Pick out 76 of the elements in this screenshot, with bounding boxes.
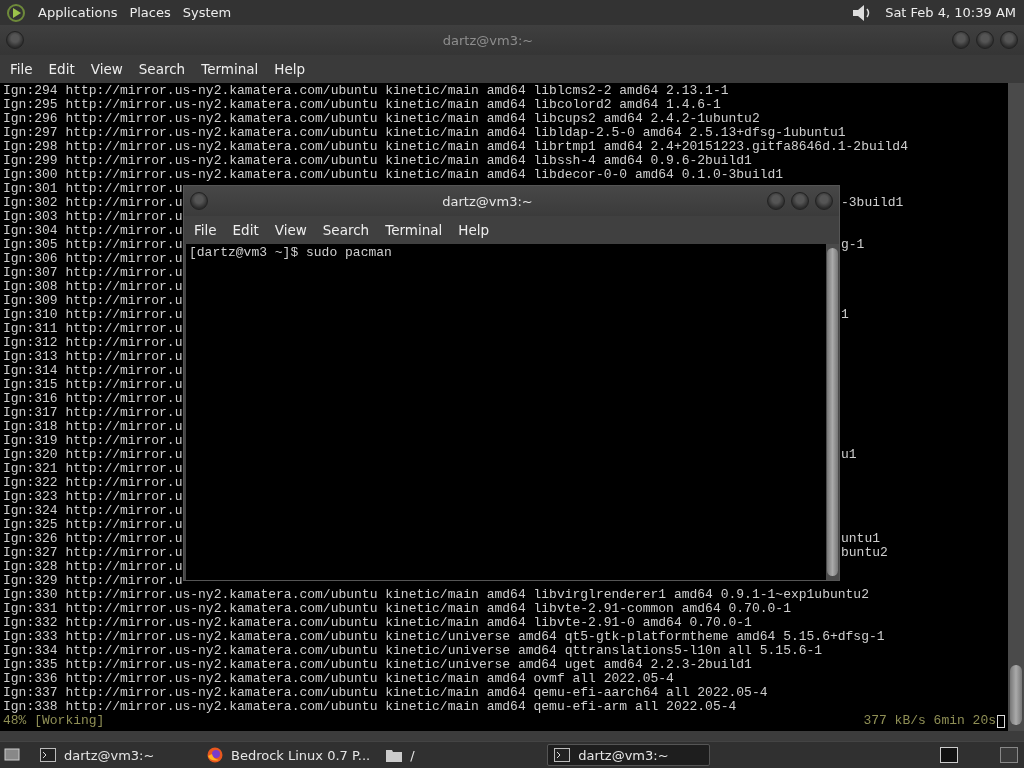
terminal-line: Ign:338 http://mirror.us-ny2.kamatera.com/ubuntu kinetic/main amd64 qemu-efi-arm all 2022.05-4 xyxy=(3,700,737,714)
terminal-line: Ign:294 http://mirror.us-ny2.kamatera.com/ubuntu kinetic/main amd64 liblcms2-2 amd64 2.13.1-1 xyxy=(3,84,729,98)
panel-menu[interactable]: Applications xyxy=(38,5,118,20)
terminal-line: Ign:304 http://mirror.u xyxy=(3,224,183,238)
taskbar-item[interactable]: dartz@vm3:~ xyxy=(547,744,711,766)
terminal-line: Ign:316 http://mirror.u xyxy=(3,392,183,406)
terminal-line: buntu2 xyxy=(841,546,888,560)
terminal-line: u1 xyxy=(841,448,857,462)
terminal-line: Ign:298 http://mirror.us-ny2.kamatera.com/ubuntu kinetic/main amd64 librtmp1 amd64 2.4+20151223.gitfa8646d.1-2build4 xyxy=(3,140,908,154)
taskbar-item[interactable]: dartz@vm3:~ xyxy=(34,744,197,766)
terminal-line: Ign:301 http://mirror.u xyxy=(3,182,183,196)
download-speed: 377 kB/s 6min 20s xyxy=(863,714,996,728)
terminal-line: Ign:337 http://mirror.us-ny2.kamatera.com/ubuntu kinetic/main amd64 qemu-efi-aarch64 all 2022.05-4 xyxy=(3,686,768,700)
terminal-line: Ign:317 http://mirror.u xyxy=(3,406,183,420)
terminal-line: Ign:302 http://mirror.u xyxy=(3,196,183,210)
terminal-line: Ign:306 http://mirror.u xyxy=(3,252,183,266)
taskbar-item[interactable]: Bedrock Linux 0.7 P... xyxy=(201,744,377,766)
terminal-line: Ign:309 http://mirror.u xyxy=(3,294,183,308)
panel-menu[interactable]: Places xyxy=(129,5,171,20)
progress-status: 48% [Working] xyxy=(3,714,105,728)
terminal-line: Ign:305 http://mirror.u xyxy=(3,238,183,252)
terminal-line: Ign:323 http://mirror.u xyxy=(3,490,183,504)
terminal-line: Ign:321 http://mirror.u xyxy=(3,462,183,476)
terminal-line: Ign:319 http://mirror.u xyxy=(3,434,183,448)
menu-item[interactable]: Terminal xyxy=(193,61,267,77)
window-title: dartz@vm3:~ xyxy=(441,32,535,48)
window-title: dartz@vm3:~ xyxy=(441,193,534,209)
terminal-line: [dartz@vm3 ~]$ sudo pacman xyxy=(189,246,392,260)
menu-item[interactable]: Help xyxy=(266,61,314,77)
menu-item[interactable]: File xyxy=(2,61,41,77)
menu-item[interactable]: Search xyxy=(314,222,378,238)
terminal-line: Ign:325 http://mirror.u xyxy=(3,518,183,532)
terminal-line: Ign:297 http://mirror.us-ny2.kamatera.com/ubuntu kinetic/main amd64 libldap-2.5-0 amd64 2.5.13+dfsg-1ubuntu1 xyxy=(3,126,846,140)
terminal-line: Ign:332 http://mirror.us-ny2.kamatera.com/ubuntu kinetic/main amd64 libvte-2.91-0 amd64 0.70.0-1 xyxy=(3,616,752,630)
terminal-line: Ign:320 http://mirror.u xyxy=(3,448,183,462)
menu-item[interactable]: Terminal xyxy=(377,222,451,238)
terminal-line: untu1 xyxy=(841,532,880,546)
terminal-line: Ign:318 http://mirror.u xyxy=(3,420,183,434)
terminal-line: Ign:328 http://mirror.u xyxy=(3,560,183,574)
menu-item[interactable]: File xyxy=(186,222,225,238)
terminal-line: Ign:308 http://mirror.u xyxy=(3,280,183,294)
terminal-line: 1 xyxy=(841,308,849,322)
terminal-line: Ign:330 http://mirror.us-ny2.kamatera.com/ubuntu kinetic/main amd64 libvirglrenderer1 amd64 0.9.1-1~exp1ubuntu2 xyxy=(3,588,869,602)
terminal-line: Ign:295 http://mirror.us-ny2.kamatera.com/ubuntu kinetic/main amd64 libcolord2 amd64 1.4.6-1 xyxy=(3,98,721,112)
terminal-line: Ign:312 http://mirror.u xyxy=(3,336,183,350)
terminal-line: Ign:335 http://mirror.us-ny2.kamatera.com/ubuntu kinetic/universe amd64 uget amd64 2.2.3-2build1 xyxy=(3,658,752,672)
terminal-line: Ign:331 http://mirror.us-ny2.kamatera.com/ubuntu kinetic/main amd64 libvte-2.91-common amd64 0.70.0-1 xyxy=(3,602,791,616)
menu-item[interactable]: Help xyxy=(450,222,498,238)
terminal-line: -3build1 xyxy=(841,196,904,210)
menu-item[interactable]: View xyxy=(266,222,315,238)
terminal-line: Ign:299 http://mirror.us-ny2.kamatera.com/ubuntu kinetic/main amd64 libssh-4 amd64 0.9.6-2build1 xyxy=(3,154,752,168)
terminal-line: Ign:311 http://mirror.u xyxy=(3,322,183,336)
terminal-line: Ign:322 http://mirror.u xyxy=(3,476,183,490)
panel-menu[interactable]: System xyxy=(182,5,232,20)
taskbar-item[interactable]: / xyxy=(380,744,544,766)
terminal-line: Ign:313 http://mirror.u xyxy=(3,350,183,364)
terminal-line: Ign:327 http://mirror.u xyxy=(3,546,183,560)
terminal-line: g-1 xyxy=(841,238,865,252)
terminal-line: Ign:324 http://mirror.u xyxy=(3,504,183,518)
clock[interactable]: Sat Feb 4, 10:39 AM xyxy=(885,5,1016,20)
terminal-line: Ign:315 http://mirror.u xyxy=(3,378,183,392)
terminal-line: Ign:329 http://mirror.u xyxy=(3,574,183,588)
terminal-line: Ign:333 http://mirror.us-ny2.kamatera.com/ubuntu kinetic/universe amd64 qt5-gtk-platformtheme amd64 5.15.6+dfsg-1 xyxy=(3,630,885,644)
terminal-line: Ign:334 http://mirror.us-ny2.kamatera.com/ubuntu kinetic/universe amd64 qttranslations5-l10n all 5.15.6-1 xyxy=(3,644,823,658)
menu-item[interactable]: View xyxy=(82,61,131,77)
terminal-line: Ign:336 http://mirror.us-ny2.kamatera.com/ubuntu kinetic/main amd64 ovmf all 2022.05-4 xyxy=(3,672,674,686)
terminal-line: Ign:326 http://mirror.u xyxy=(3,532,183,546)
menu-item[interactable]: Search xyxy=(130,61,194,77)
terminal-line: Ign:303 http://mirror.u xyxy=(3,210,183,224)
terminal-line: Ign:314 http://mirror.u xyxy=(3,364,183,378)
terminal-line: Ign:310 http://mirror.u xyxy=(3,308,183,322)
terminal-line: Ign:300 http://mirror.us-ny2.kamatera.com/ubuntu kinetic/main amd64 libdecor-0-0 amd64 0.1.0-3build1 xyxy=(3,168,784,182)
menu-item[interactable]: Edit xyxy=(40,61,83,77)
terminal-line: Ign:307 http://mirror.u xyxy=(3,266,183,280)
menu-item[interactable]: Edit xyxy=(224,222,267,238)
terminal-line: Ign:296 http://mirror.us-ny2.kamatera.com/ubuntu kinetic/main amd64 libcups2 amd64 2.4.2-1ubuntu2 xyxy=(3,112,760,126)
